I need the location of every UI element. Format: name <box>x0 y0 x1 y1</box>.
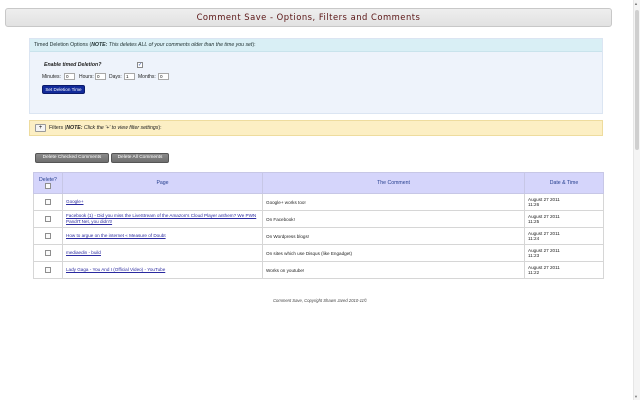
days-input[interactable]: 1 <box>124 73 135 80</box>
page-cell: Lady Gaga - You And I (Official Video) -… <box>62 261 263 279</box>
filters-note-label: NOTE: <box>66 125 83 131</box>
table-row: How to argue on the internet « Measure o… <box>33 227 604 245</box>
datetime-cell: August 27 2011 11:22 <box>524 261 604 279</box>
deletion-time-inputs: Minutes: 0 Hours: 0 Days: 1 Months: 0 <box>42 73 242 81</box>
time-text: 11:25 <box>528 219 540 224</box>
row-checkbox[interactable] <box>45 233 51 239</box>
page-cell: mediaedin - build <box>62 244 263 262</box>
hours-label: Hours: <box>79 74 94 80</box>
row-checkbox-cell <box>33 210 63 228</box>
time-text: 11:23 <box>528 253 540 258</box>
comment-cell: On Wordpress blogs! <box>262 227 525 245</box>
table-header-row: Delete? Page The Comment Date & Time <box>33 172 604 194</box>
table-row: Facebook (1) - Did you miss the LiveStre… <box>33 210 604 228</box>
page-cell: How to argue on the internet « Measure o… <box>62 227 263 245</box>
row-checkbox[interactable] <box>45 267 51 273</box>
vertical-scrollbar[interactable]: ▲ ▼ <box>633 0 640 400</box>
timed-deletion-header: Timed Deletion Options (NOTE: This delet… <box>30 39 602 52</box>
datetime-cell: August 27 2011 11:24 <box>524 227 604 245</box>
filters-note-text: Click the '+' to view filter settings <box>83 125 159 131</box>
comment-column-header: The Comment <box>262 172 525 194</box>
select-all-checkbox[interactable] <box>45 183 51 189</box>
scroll-down-arrow-icon[interactable]: ▼ <box>634 394 638 399</box>
timed-deletion-panel: Timed Deletion Options (NOTE: This delet… <box>29 38 603 114</box>
datetime-cell: August 27 2011 11:25 <box>524 210 604 228</box>
row-checkbox[interactable] <box>45 199 51 205</box>
minutes-label: Minutes: <box>42 74 61 80</box>
page-link[interactable]: mediaedin - build <box>66 250 101 255</box>
time-text: 11:24 <box>528 236 540 241</box>
datetime-cell: August 27 2011 11:23 <box>524 244 604 262</box>
set-deletion-time-button[interactable]: Set Deletion Time <box>42 85 85 94</box>
comment-cell: Google+ works too! <box>262 193 525 211</box>
page-column-header: Page <box>62 172 263 194</box>
row-checkbox-cell <box>33 227 63 245</box>
months-label: Months: <box>138 74 156 80</box>
datetime-column-header: Date & Time <box>524 172 604 194</box>
months-input[interactable]: 0 <box>158 73 169 80</box>
row-checkbox-cell <box>33 193 63 211</box>
timed-deletion-title: Timed Deletion Options <box>34 42 89 48</box>
page-cell: Facebook (1) - Did you miss the LiveStre… <box>62 210 263 228</box>
page-title: Comment Save - Options, Filters and Comm… <box>5 8 612 27</box>
page-link[interactable]: Google+ <box>66 199 84 204</box>
filters-label: Filters <box>49 125 64 131</box>
page-link[interactable]: Lady Gaga - You And I (Official Video) -… <box>66 267 165 272</box>
enable-timed-deletion-checkbox[interactable]: ✓ <box>137 62 143 68</box>
filters-panel: + Filters (NOTE: Click the '+' to view f… <box>29 120 603 136</box>
datetime-cell: August 27 2011 11:26 <box>524 193 604 211</box>
delete-header-label: Delete? <box>39 177 57 183</box>
comment-cell: Works on youtube! <box>262 261 525 279</box>
hours-input[interactable]: 0 <box>95 73 106 80</box>
comments-table: Delete? Page The Comment Date & Time Goo… <box>33 172 604 279</box>
time-text: 11:22 <box>528 270 540 275</box>
timed-note-text: This deletes ALL of your comments older … <box>108 42 253 48</box>
minutes-input[interactable]: 0 <box>64 73 75 80</box>
scrollbar-thumb[interactable] <box>635 10 639 150</box>
table-row: Google+ Google+ works too! August 27 201… <box>33 193 604 211</box>
expand-filters-button[interactable]: + <box>35 124 46 132</box>
comment-cell: On Facebook! <box>262 210 525 228</box>
days-label: Days: <box>109 74 122 80</box>
row-checkbox-cell <box>33 261 63 279</box>
enable-timed-deletion-label: Enable timed Deletion? <box>44 62 102 68</box>
delete-column-header: Delete? <box>33 172 63 194</box>
delete-all-comments-button[interactable]: Delete All Comments <box>111 153 169 163</box>
delete-checked-comments-button[interactable]: Delete Checked Comments <box>35 153 109 163</box>
footer-copyright: Comment Save, Copyright Shawn Jared 2010… <box>272 298 368 303</box>
filters-header: Filters (NOTE: Click the '+' to view fil… <box>49 125 162 131</box>
timed-note-label: NOTE: <box>91 42 108 48</box>
row-checkbox[interactable] <box>45 250 51 256</box>
scroll-up-arrow-icon[interactable]: ▲ <box>634 1 638 6</box>
comment-cell: On sites which use Disqus (like Engadget… <box>262 244 525 262</box>
table-row: Lady Gaga - You And I (Official Video) -… <box>33 261 604 279</box>
time-text: 11:26 <box>528 202 540 207</box>
row-checkbox[interactable] <box>45 216 51 222</box>
row-checkbox-cell <box>33 244 63 262</box>
page-link[interactable]: Facebook (1) - Did you miss the LiveStre… <box>66 213 256 224</box>
table-row: mediaedin - build On sites which use Dis… <box>33 244 604 262</box>
page-link[interactable]: How to argue on the internet « Measure o… <box>66 233 166 238</box>
page-cell: Google+ <box>62 193 263 211</box>
